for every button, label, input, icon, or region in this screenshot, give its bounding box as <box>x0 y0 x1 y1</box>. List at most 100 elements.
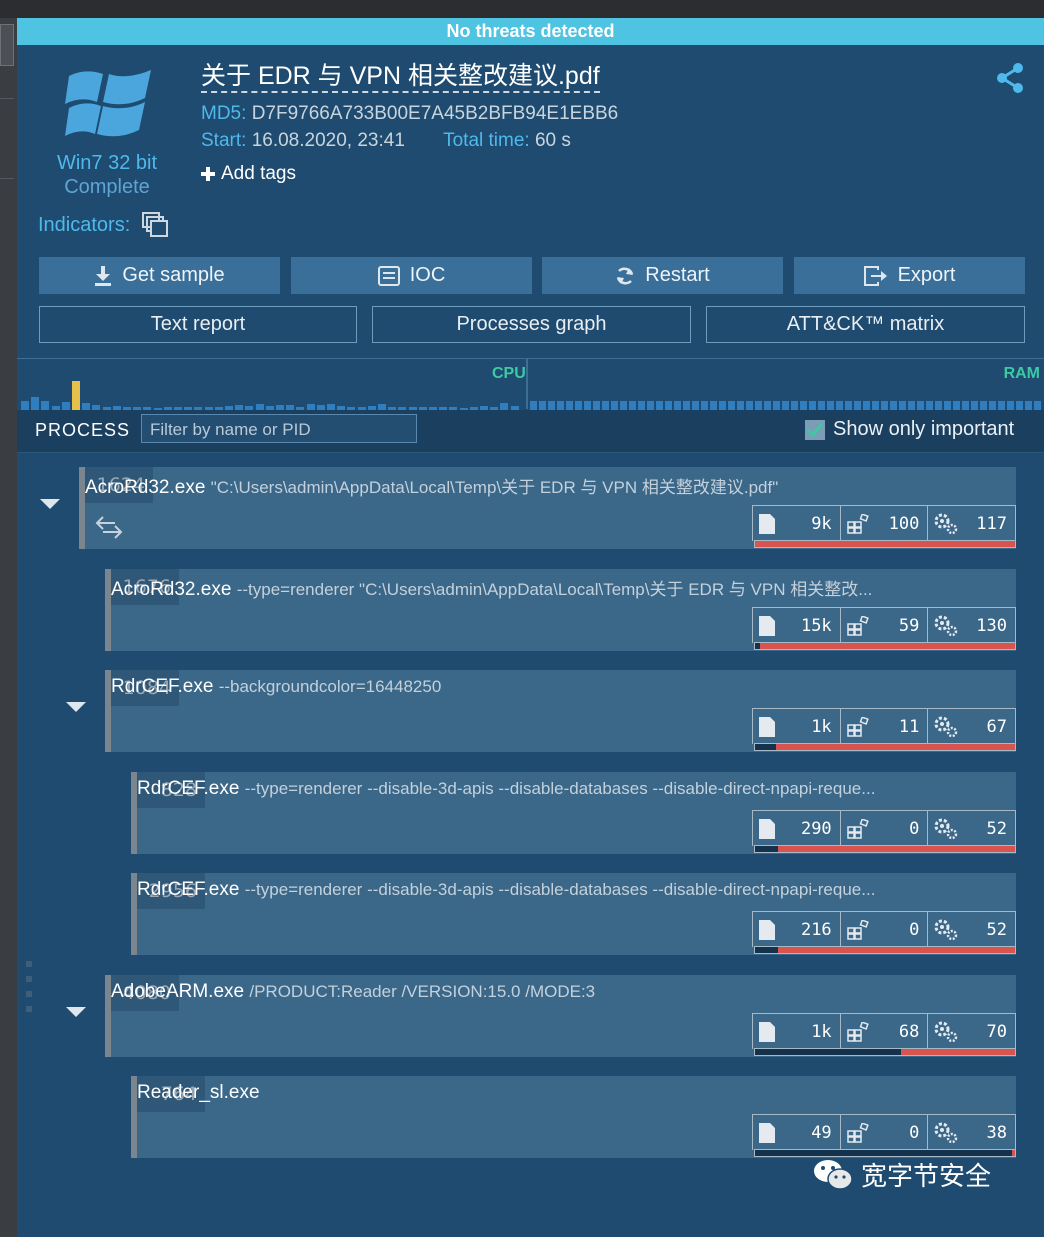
process-card[interactable]: 1084 RdrCEF.exe --backgroundcolor=1644825… <box>105 670 1016 752</box>
modules-stat[interactable]: 52 <box>928 811 1015 846</box>
registry-icon <box>846 919 869 940</box>
files-stat[interactable]: 15k <box>753 608 841 643</box>
process-stats: 9k 100 117 <box>752 505 1016 541</box>
collapse-arrow-icon[interactable] <box>66 1007 86 1017</box>
registry-count: 0 <box>909 1122 920 1143</box>
process-name-row: AcroRd32.exe --type=renderer "C:\Users\a… <box>111 575 872 601</box>
important-checkbox[interactable] <box>805 419 825 440</box>
process-name-row: Reader_sl.exe <box>137 1082 260 1104</box>
modules-stat[interactable]: 117 <box>928 506 1015 541</box>
gears-icon <box>934 919 958 940</box>
file-icon <box>759 1021 775 1042</box>
registry-stat[interactable]: 68 <box>841 1014 929 1049</box>
drag-handle-icon[interactable] <box>26 961 32 1013</box>
processes-graph-button[interactable]: Processes graph <box>372 306 691 343</box>
registry-count: 0 <box>909 919 920 940</box>
process-card[interactable]: 1676 AcroRd32.exe --type=renderer "C:\Use… <box>105 569 1016 651</box>
modules-count: 117 <box>976 513 1008 534</box>
share-icon[interactable] <box>995 62 1025 94</box>
export-icon <box>863 265 887 286</box>
modules-stat[interactable]: 130 <box>928 608 1015 643</box>
registry-icon <box>846 615 869 636</box>
watermark: 宽字节安全 <box>813 1156 991 1193</box>
files-stat[interactable]: 49 <box>753 1115 841 1150</box>
add-tags-button[interactable]: Add tags <box>201 163 296 185</box>
process-card[interactable]: 4080 AdobeARM.exe /PRODUCT:Reader /VERSIO… <box>105 975 1016 1057</box>
restart-button[interactable]: Restart <box>542 257 783 294</box>
process-usage-bar <box>754 540 1016 548</box>
registry-stat[interactable]: 0 <box>841 811 929 846</box>
registry-count: 59 <box>898 615 920 636</box>
files-stat[interactable]: 1k <box>753 1014 841 1049</box>
process-stats: 1k 68 70 <box>752 1013 1016 1049</box>
process-stats: 216 0 52 <box>752 911 1016 947</box>
process-card[interactable]: 2956 RdrCEF.exe --type=renderer --disable… <box>131 873 1016 955</box>
indicators-icon[interactable] <box>142 212 169 238</box>
total-time-value: 60 s <box>534 130 571 151</box>
process-card[interactable]: 764 Reader_sl.exe 49 0 38 <box>131 1076 1016 1158</box>
registry-stat[interactable]: 59 <box>841 608 929 643</box>
files-stat[interactable]: 1k <box>753 709 841 744</box>
file-icon <box>759 615 775 636</box>
files-count: 290 <box>800 818 832 839</box>
show-important-toggle[interactable]: Show only important <box>805 418 1014 441</box>
files-count: 9k <box>811 513 832 534</box>
process-card[interactable]: 828 RdrCEF.exe --type=renderer --disable-… <box>131 772 1016 854</box>
registry-stat[interactable]: 11 <box>841 709 929 744</box>
add-tags-label: Add tags <box>221 163 296 184</box>
files-stat[interactable]: 216 <box>753 912 841 947</box>
registry-stat[interactable]: 100 <box>841 506 929 541</box>
get-sample-button[interactable]: Get sample <box>39 257 280 294</box>
process-name-row: AdobeARM.exe /PRODUCT:Reader /VERSION:15… <box>111 981 595 1003</box>
export-button[interactable]: Export <box>794 257 1025 294</box>
left-tab[interactable] <box>0 24 14 66</box>
process-name: RdrCEF.exe <box>137 879 240 900</box>
resource-graph: CPU RAM <box>17 358 1044 411</box>
cpu-bar <box>31 397 40 411</box>
file-title[interactable]: 关于 EDR 与 VPN 相关整改建议.pdf <box>201 61 600 93</box>
process-name: Reader_sl.exe <box>137 1082 260 1103</box>
gears-icon <box>934 1122 958 1143</box>
total-time-label: Total time: <box>443 130 530 151</box>
registry-icon <box>846 716 869 737</box>
process-card[interactable]: 1624 AcroRd32.exe "C:\Users\admin\AppData… <box>79 467 1016 549</box>
process-name: RdrCEF.exe <box>111 676 214 697</box>
export-label: Export <box>897 264 956 286</box>
process-name: AcroRd32.exe <box>111 579 232 600</box>
collapse-arrow-icon[interactable] <box>66 702 86 712</box>
check-icon <box>807 422 823 437</box>
modules-stat[interactable]: 52 <box>928 912 1015 947</box>
modules-stat[interactable]: 38 <box>928 1115 1015 1150</box>
indicators: Indicators: <box>38 212 169 238</box>
text-report-button[interactable]: Text report <box>39 306 357 343</box>
files-stat[interactable]: 9k <box>753 506 841 541</box>
process-args: --type=renderer "C:\Users\admin\AppData\… <box>236 580 873 599</box>
cpu-label: CPU <box>492 365 526 382</box>
modules-stat[interactable]: 70 <box>928 1014 1015 1049</box>
verdict-banner: No threats detected <box>17 18 1044 45</box>
process-args: /PRODUCT:Reader /VERSION:15.0 /MODE:3 <box>249 982 596 1001</box>
collapse-arrow-icon[interactable] <box>40 499 60 509</box>
left-divider <box>0 178 14 179</box>
modules-count: 52 <box>986 818 1008 839</box>
process-usage-bar <box>754 946 1016 954</box>
files-stat[interactable]: 290 <box>753 811 841 846</box>
process-usage-bar <box>754 642 1016 650</box>
registry-stat[interactable]: 0 <box>841 912 929 947</box>
ioc-button[interactable]: IOC <box>291 257 532 294</box>
analysis-panel: No threats detected Win7 32 bit Complete… <box>17 18 1044 1237</box>
process-name-row: RdrCEF.exe --type=renderer --disable-3d-… <box>137 879 875 901</box>
important-label: Show only important <box>833 418 1015 440</box>
registry-stat[interactable]: 0 <box>841 1115 929 1150</box>
indicators-label: Indicators: <box>38 213 131 236</box>
process-name: RdrCEF.exe <box>137 778 240 799</box>
modules-stat[interactable]: 67 <box>928 709 1015 744</box>
cpu-bar <box>72 381 80 411</box>
process-stats: 1k 11 67 <box>752 708 1016 744</box>
top-strip <box>0 0 1044 18</box>
process-filter-input[interactable]: Filter by name or PID <box>141 414 417 443</box>
modules-count: 130 <box>976 615 1008 636</box>
registry-icon <box>846 1021 869 1042</box>
start-label: Start: <box>201 130 247 151</box>
attck-matrix-button[interactable]: ATT&CK™ matrix <box>706 306 1025 343</box>
